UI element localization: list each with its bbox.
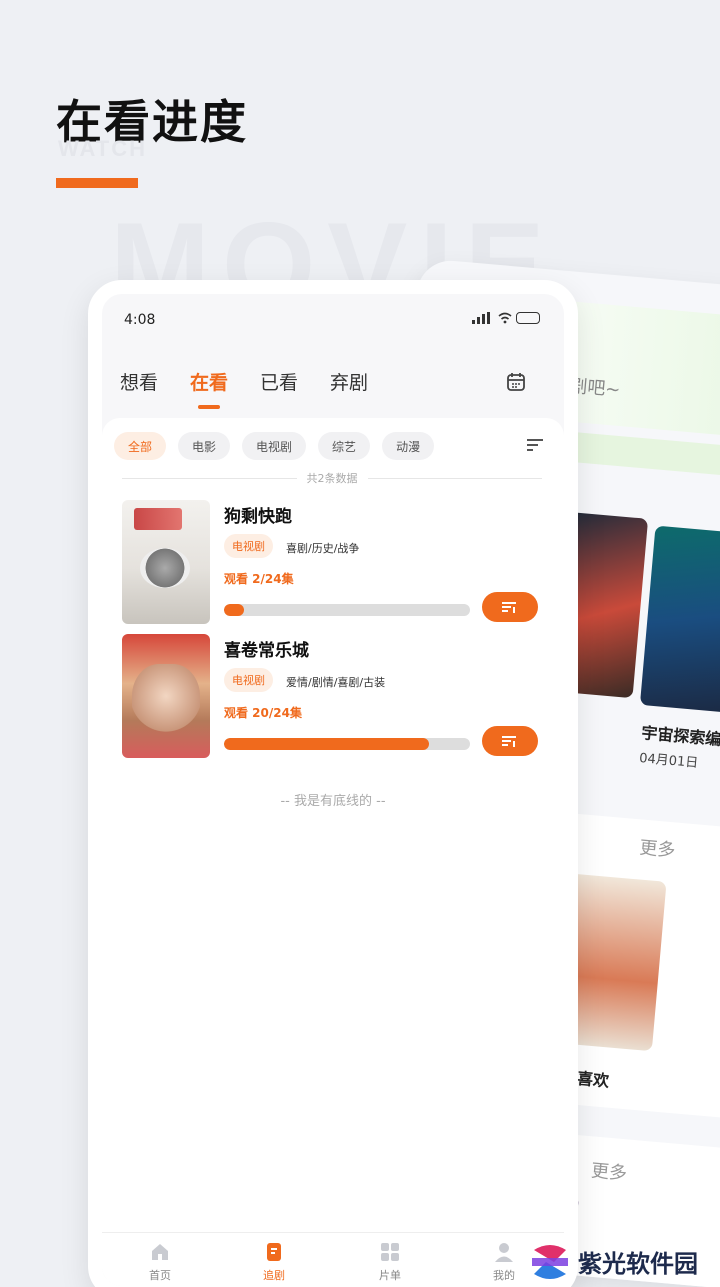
wifi-icon: [498, 312, 512, 324]
watch-status-tabs: 想看 在看 已看 弃剧: [120, 368, 368, 409]
watch-list-panel: 全部 电影 电视剧 综艺 动漫 共2条数据 狗剩快跑 电视剧 喜剧/历史/战争 …: [102, 418, 564, 1286]
filter-all[interactable]: 全部: [114, 432, 167, 460]
progress-fill: [224, 738, 429, 750]
list-item[interactable]: 喜卷常乐城 电视剧 爱情/剧情/喜剧/古装 观看 20/24集: [122, 634, 552, 758]
item-title: 狗剩快跑: [224, 507, 292, 527]
type-tag: 电视剧: [224, 668, 273, 692]
update-progress-button[interactable]: [482, 592, 538, 622]
back-item-date: 04月01日: [638, 751, 699, 772]
home-icon: [152, 1244, 168, 1260]
brand-name: 紫光软件园: [578, 1250, 698, 1278]
poster-image: [122, 500, 210, 624]
nav-tracking-label: 追剧: [263, 1269, 285, 1282]
back-more-link: 更多: [638, 837, 677, 862]
end-of-list-text: -- 我是有底线的 --: [280, 794, 386, 809]
list-edit-icon: [502, 736, 516, 747]
list-item[interactable]: 狗剩快跑 电视剧 喜剧/历史/战争 观看 2/24集: [122, 500, 552, 624]
nav-home-label: 首页: [149, 1269, 171, 1282]
nav-playlist-label: 片单: [379, 1269, 401, 1282]
promo-headline-sub: WATCH: [58, 136, 148, 161]
progress-text: 观看 20/24集: [224, 706, 302, 720]
progress-bar: [224, 604, 470, 616]
filter-movie[interactable]: 电影: [178, 432, 231, 460]
signal-icon: [472, 312, 490, 324]
status-bar: 4:08: [102, 294, 564, 344]
status-time: 4:08: [124, 312, 156, 328]
tab-watching[interactable]: 在看: [190, 368, 228, 409]
back-more-link-2: 更多: [590, 1160, 628, 1185]
phone-screen: 4:08 想看 在看 已看 弃剧 全部 电影 电视剧 综艺 动漫 共2条数据 狗…: [88, 280, 578, 1287]
filter-anime[interactable]: 动漫: [382, 432, 435, 460]
divider: [122, 477, 297, 479]
tracking-icon: [267, 1243, 281, 1261]
divider: [367, 477, 542, 479]
calendar-icon[interactable]: [506, 372, 526, 392]
brand-watermark: 紫光软件园: [528, 1236, 720, 1287]
brand-logo-icon: [532, 1244, 568, 1279]
poster-image: [122, 634, 210, 758]
nav-playlist[interactable]: 片单: [350, 1241, 430, 1283]
item-genre: 爱情/剧情/喜剧/古装: [286, 676, 386, 689]
nav-tracking[interactable]: 追剧: [234, 1241, 314, 1283]
filter-chips: 全部 电影 电视剧 综艺 动漫: [114, 432, 435, 460]
back-poster: [639, 525, 720, 713]
sort-icon[interactable]: [526, 438, 544, 452]
grid-icon: [381, 1243, 399, 1261]
progress-fill: [224, 604, 245, 616]
back-item-title: 宇宙探索编: [640, 723, 720, 750]
tab-want-to-watch[interactable]: 想看: [120, 368, 158, 395]
count-row: 共2条数据: [122, 470, 542, 486]
status-icons: [472, 312, 540, 324]
progress-bar: [224, 738, 470, 750]
type-tag: 电视剧: [224, 534, 273, 558]
user-icon: [495, 1243, 513, 1262]
progress-text: 观看 2/24集: [224, 572, 294, 586]
item-title: 喜卷常乐城: [224, 641, 309, 661]
count-text: 共2条数据: [306, 472, 358, 485]
tab-watched[interactable]: 已看: [260, 368, 298, 395]
headline-underline: [56, 178, 138, 188]
filter-variety[interactable]: 综艺: [318, 432, 371, 460]
battery-icon: [516, 312, 540, 324]
update-progress-button[interactable]: [482, 726, 538, 756]
nav-profile-label: 我的: [493, 1269, 515, 1282]
bottom-nav: 首页 追剧 片单 我的: [102, 1232, 564, 1286]
item-genre: 喜剧/历史/战争: [286, 542, 360, 555]
filter-tv[interactable]: 电视剧: [242, 432, 307, 460]
tab-dropped[interactable]: 弃剧: [330, 368, 368, 395]
list-edit-icon: [502, 602, 516, 613]
nav-home[interactable]: 首页: [120, 1241, 200, 1283]
